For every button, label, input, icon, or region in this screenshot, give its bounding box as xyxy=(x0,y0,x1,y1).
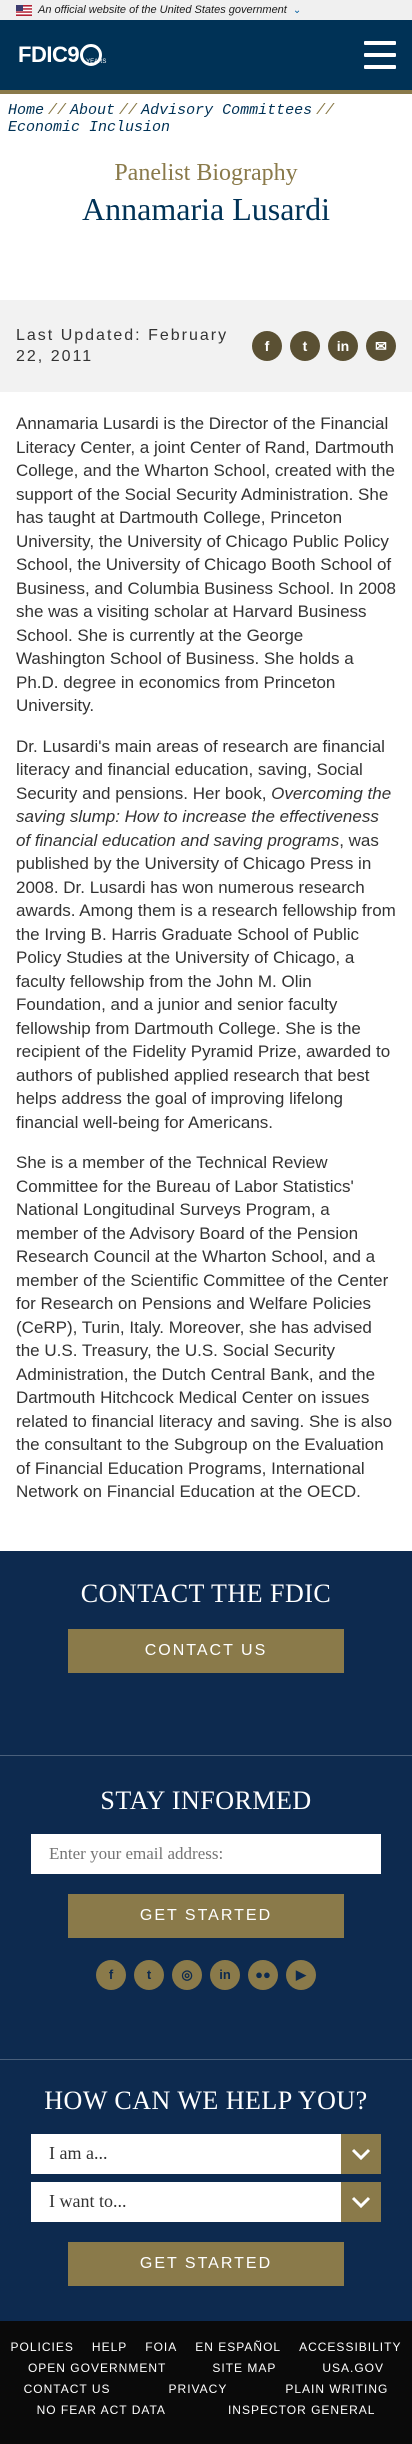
footer-link-inspector-general[interactable]: INSPECTOR GENERAL xyxy=(228,2400,375,2421)
help-title: HOW CAN WE HELP YOU? xyxy=(44,2085,368,2115)
page-kicker: Panelist Biography xyxy=(114,160,298,186)
youtube-icon[interactable]: ▶ xyxy=(286,1959,316,1990)
contact-us-button[interactable]: CONTACT US xyxy=(68,1628,344,1673)
breadcrumb-home[interactable]: Home xyxy=(8,102,44,119)
breadcrumb-advisory-committees[interactable]: Advisory Committees xyxy=(141,102,312,119)
instagram-icon[interactable]: ◎ xyxy=(172,1959,202,1990)
footer-link-no-fear-act[interactable]: NO FEAR ACT DATA xyxy=(37,2400,166,2421)
footer-links-row-4: NO FEAR ACT DATA INSPECTOR GENERAL xyxy=(12,2400,400,2421)
gov-banner[interactable]: An official website of the United States… xyxy=(0,0,412,20)
facebook-icon[interactable]: f xyxy=(252,331,282,361)
page-title: Annamaria Lusardi xyxy=(82,191,330,227)
footer-link-policies[interactable]: POLICIES xyxy=(11,2337,74,2358)
footer-link-foia[interactable]: FOIA xyxy=(145,2337,177,2358)
gov-banner-text: An official website of the United States… xyxy=(38,4,287,16)
footer-links-row-1: POLICIES HELP FOIA EN ESPAÑOL ACCESSIBIL… xyxy=(11,2337,401,2358)
footer-link-accessibility[interactable]: ACCESSIBILITY xyxy=(299,2337,401,2358)
social-links: f t ◎ in ●● ▶ xyxy=(0,1959,412,1990)
subscribe-button[interactable]: GET STARTED xyxy=(68,1893,344,1938)
bio-paragraph-1: Annamaria Lusardi is the Director of the… xyxy=(16,414,396,715)
footer-link-contact-us[interactable]: CONTACT US xyxy=(24,2379,111,2400)
twitter-icon[interactable]: t xyxy=(134,1959,164,1990)
email-input[interactable] xyxy=(31,1833,381,1874)
fdic-logo[interactable]: FDIC9 YEARS xyxy=(18,42,106,68)
breadcrumb: Home//About//Advisory Committees//Econom… xyxy=(8,102,335,136)
chevron-down-icon xyxy=(341,2133,381,2174)
us-flag-icon xyxy=(16,4,32,16)
i-am-a-select[interactable]: I am a... xyxy=(31,2133,381,2174)
logo-ring-icon xyxy=(80,44,103,66)
share-buttons: f t in ✉ xyxy=(252,331,396,361)
stay-informed-title: STAY INFORMED xyxy=(100,1785,312,1815)
last-updated: Last Updated: February 22, 2011 xyxy=(16,327,229,365)
contact-title: CONTACT THE FDIC xyxy=(80,1578,332,1608)
chevron-down-icon xyxy=(341,2181,381,2222)
help-section: HOW CAN WE HELP YOU? I am a... I want to… xyxy=(0,2060,412,2321)
bio-content: Annamaria Lusardi is the Director of the… xyxy=(0,392,412,1551)
footer-link-site-map[interactable]: SITE MAP xyxy=(212,2358,276,2379)
facebook-icon[interactable]: f xyxy=(96,1959,126,1990)
bio-paragraph-2: Dr. Lusardi's main areas of research are… xyxy=(16,736,396,1132)
site-header: FDIC9 YEARS xyxy=(0,20,412,94)
email-icon[interactable]: ✉ xyxy=(366,331,396,361)
menu-icon[interactable] xyxy=(364,41,396,69)
stay-informed-section: STAY INFORMED GET STARTED f t ◎ in ●● ▶ xyxy=(0,1756,412,2060)
flickr-icon[interactable]: ●● xyxy=(248,1959,278,1990)
footer-link-plain-writing[interactable]: PLAIN WRITING xyxy=(285,2379,388,2400)
site-footer: CONTACT THE FDIC CONTACT US STAY INFORME… xyxy=(0,1550,412,2444)
logo-text: FDIC9 xyxy=(18,42,80,67)
twitter-icon[interactable]: t xyxy=(290,331,320,361)
i-am-a-value: I am a... xyxy=(49,2143,108,2163)
footer-link-help[interactable]: HELP xyxy=(92,2337,127,2358)
bio-paragraph-3: She is a member of the Technical Review … xyxy=(16,1153,393,1501)
linkedin-icon[interactable]: in xyxy=(328,331,358,361)
footer-links-row-2: OPEN GOVERNMENT SITE MAP USA.GOV xyxy=(12,2358,400,2379)
i-want-to-value: I want to... xyxy=(49,2191,127,2211)
footer-links-row-3: CONTACT US PRIVACY PLAIN WRITING xyxy=(12,2379,400,2400)
breadcrumb-about[interactable]: About xyxy=(70,102,115,119)
breadcrumb-economic-inclusion[interactable]: Economic Inclusion xyxy=(8,119,170,136)
chevron-down-icon[interactable]: ⌄ xyxy=(293,5,301,16)
linkedin-icon[interactable]: in xyxy=(210,1959,240,1990)
updated-bar: Last Updated: February 22, 2011 f t in ✉ xyxy=(0,300,412,392)
title-block: Panelist Biography Annamaria Lusardi xyxy=(0,134,412,300)
footer-link-open-government[interactable]: OPEN GOVERNMENT xyxy=(28,2358,166,2379)
i-want-to-select[interactable]: I want to... xyxy=(31,2181,381,2222)
footer-link-espanol[interactable]: EN ESPAÑOL xyxy=(195,2337,281,2358)
footer-links: POLICIES HELP FOIA EN ESPAÑOL ACCESSIBIL… xyxy=(0,2320,412,2444)
help-get-started-button[interactable]: GET STARTED xyxy=(68,2241,344,2286)
contact-section: CONTACT THE FDIC CONTACT US xyxy=(0,1551,412,1756)
footer-link-privacy[interactable]: PRIVACY xyxy=(169,2379,228,2400)
footer-link-usa-gov[interactable]: USA.GOV xyxy=(322,2358,384,2379)
